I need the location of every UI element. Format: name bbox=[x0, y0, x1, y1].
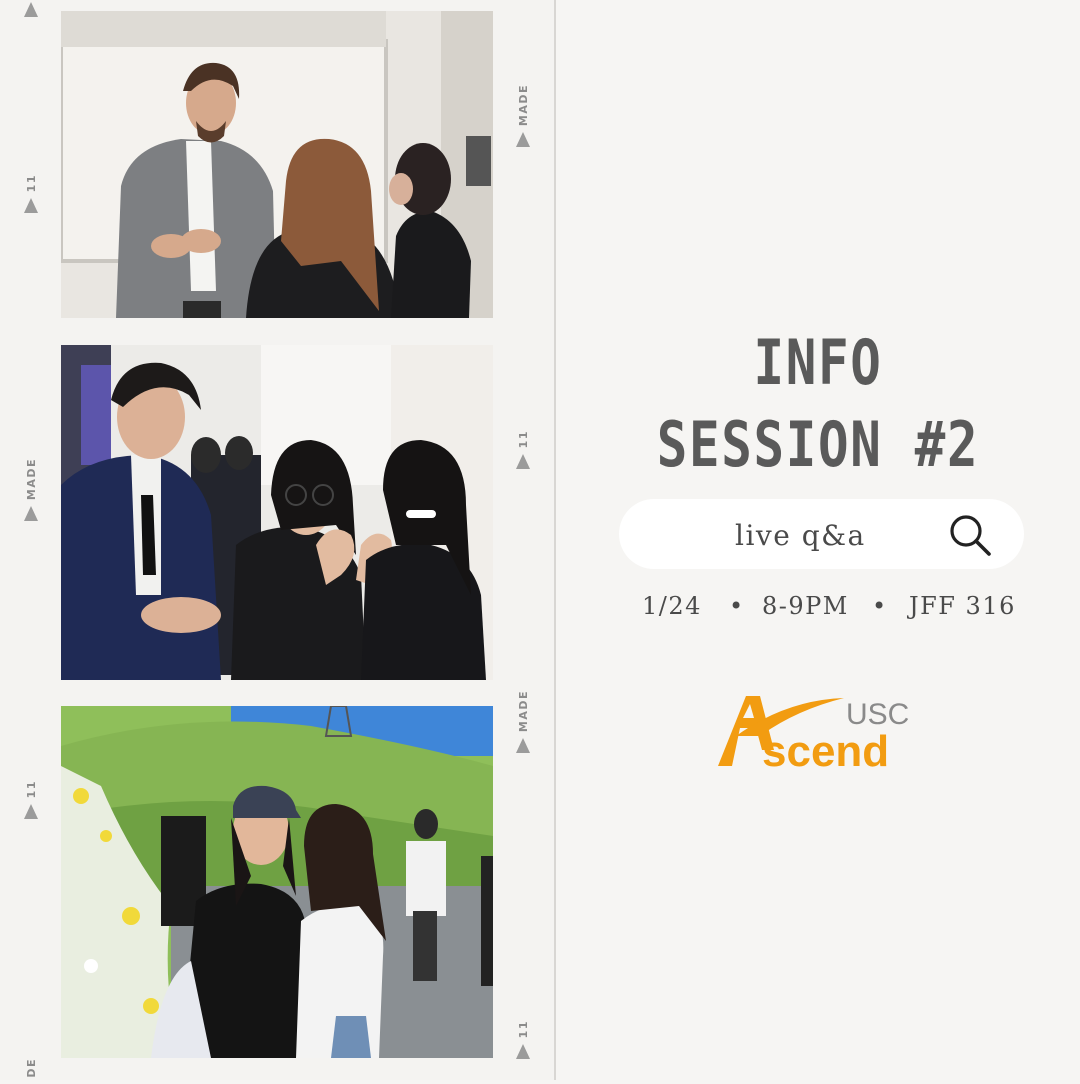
event-details: 1/24 • 8-9PM • JFF 316 bbox=[556, 592, 1080, 628]
search-label: live q&a bbox=[735, 519, 866, 552]
film-mark: 11 bbox=[24, 174, 38, 214]
film-arrow-icon bbox=[516, 132, 530, 148]
search-bar[interactable]: live q&a bbox=[619, 499, 1024, 569]
usc-ascend-logo: USC scend bbox=[718, 696, 909, 770]
event-title-line1: INFO bbox=[753, 326, 883, 399]
photo-members-posing bbox=[61, 345, 493, 680]
film-arrow-icon bbox=[24, 506, 38, 522]
photo-friends-outdoors bbox=[61, 706, 493, 1058]
separator-dot: • bbox=[872, 592, 888, 620]
search-icon[interactable] bbox=[947, 512, 993, 558]
film-arrow-icon bbox=[516, 1044, 530, 1060]
photo-speaker-conversation bbox=[61, 11, 493, 318]
film-mark bbox=[24, 0, 38, 17]
film-mark: 11 bbox=[516, 1020, 530, 1060]
event-panel: INFO SESSION #2 live q&a 1/24 • 8-9PM • … bbox=[556, 0, 1080, 1080]
film-arrow-icon bbox=[24, 804, 38, 820]
event-title-line2: SESSION #2 bbox=[656, 408, 980, 481]
film-arrow-icon bbox=[516, 454, 530, 470]
film-mark: 11 bbox=[24, 780, 38, 820]
film-strip: MADE 11 11 MADE 11 MADE 11 DE bbox=[0, 0, 556, 1080]
film-mark: MADE bbox=[24, 458, 38, 522]
event-date: 1/24 bbox=[642, 592, 702, 620]
film-arrow-icon bbox=[516, 738, 530, 754]
film-mark: MADE bbox=[516, 690, 530, 754]
film-arrow-icon bbox=[24, 198, 38, 214]
film-mark: 11 bbox=[516, 430, 530, 470]
logo-main-text: scend bbox=[762, 727, 889, 770]
event-location: JFF 316 bbox=[909, 592, 1016, 620]
event-time: 8-9PM bbox=[762, 592, 849, 620]
film-mark: MADE bbox=[516, 84, 530, 148]
separator-dot: • bbox=[729, 592, 745, 620]
film-arrow-icon bbox=[24, 2, 38, 17]
